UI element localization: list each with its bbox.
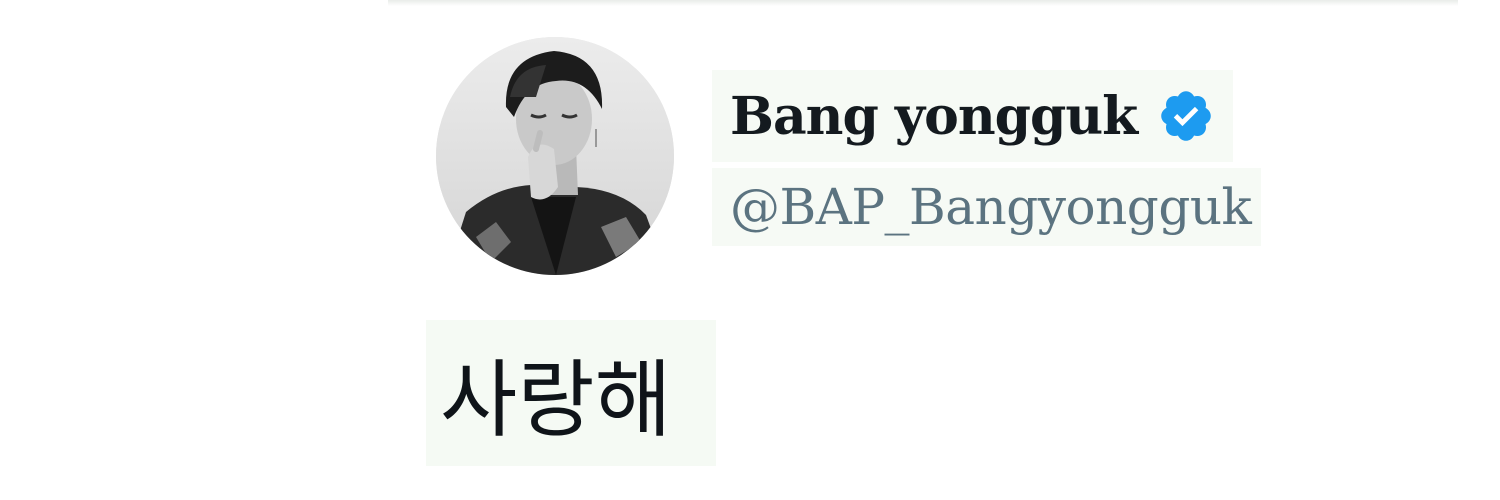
display-name[interactable]: Bang yongguk [730, 86, 1138, 147]
verified-badge-icon [1157, 87, 1215, 145]
avatar-image [436, 37, 674, 275]
author-name-row[interactable]: Bang yongguk [712, 70, 1234, 162]
author-handle-row[interactable]: @BAP_Bangyongguk [712, 168, 1262, 246]
author-handle[interactable]: @BAP_Bangyongguk [730, 178, 1252, 236]
tweet-text: 사랑해 [440, 350, 672, 449]
avatar[interactable] [436, 37, 674, 275]
tweet-body: 사랑해 [426, 320, 716, 466]
tweet-card: Bang yongguk @BAP_Bangyongguk 사랑해 [0, 0, 1500, 500]
